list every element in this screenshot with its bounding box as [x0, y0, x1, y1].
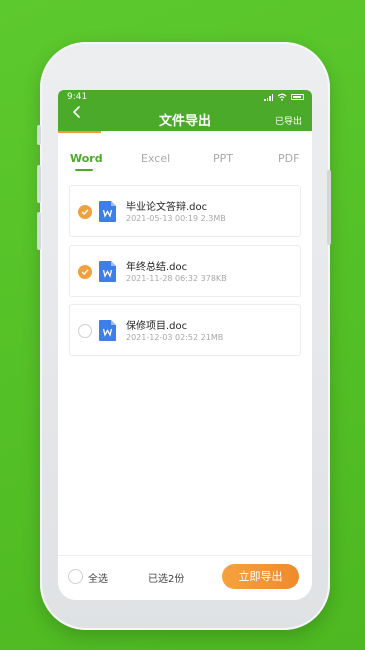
app-header: 9:41 文件导出 已导出 [58, 90, 312, 131]
phone-power-button [327, 170, 331, 245]
checkmark-icon [81, 269, 89, 275]
active-tab-indicator [75, 169, 93, 171]
export-now-button[interactable]: 立即导出 [222, 564, 299, 589]
checkbox-checked[interactable] [78, 205, 92, 219]
checkbox-checked[interactable] [78, 265, 92, 279]
status-icons [264, 93, 304, 101]
checkbox-unchecked[interactable] [78, 324, 92, 338]
exported-link[interactable]: 已导出 [275, 114, 302, 127]
tab-pdf[interactable]: PDF [278, 152, 299, 165]
word-doc-icon [99, 320, 116, 341]
file-meta: 2021-11-28 06:32 378KB [126, 274, 227, 283]
tab-ppt[interactable]: PPT [213, 152, 233, 165]
phone-volume-down [37, 212, 41, 250]
wifi-icon [277, 93, 287, 101]
battery-icon [291, 94, 304, 100]
bottom-action-bar: 全选 已选2份 立即导出 [58, 555, 312, 600]
file-item[interactable]: 年终总结.doc 2021-11-28 06:32 378KB [69, 245, 301, 297]
word-doc-icon [99, 261, 116, 282]
status-time: 9:41 [67, 92, 88, 102]
header-progress-accent [58, 131, 101, 133]
file-name: 毕业论文答辩.doc [126, 202, 208, 213]
select-all-checkbox[interactable] [68, 569, 83, 584]
word-doc-icon [99, 201, 116, 222]
phone-mute-switch [37, 125, 41, 145]
signal-icon [264, 93, 273, 101]
checkmark-icon [81, 209, 89, 215]
tab-excel[interactable]: Excel [141, 152, 170, 165]
file-meta: 2021-12-03 02:52 21MB [126, 333, 224, 342]
file-meta: 2021-05-13 00:19 2.3MB [126, 214, 226, 223]
file-name: 保修项目.doc [126, 321, 188, 332]
selected-count: 已选2份 [148, 574, 185, 585]
file-type-tabs: Word Excel PPT PDF [58, 152, 312, 172]
page-title: 文件导出 [158, 114, 211, 129]
file-item[interactable]: 毕业论文答辩.doc 2021-05-13 00:19 2.3MB [69, 185, 301, 237]
file-item[interactable]: 保修项目.doc 2021-12-03 02:52 21MB [69, 304, 301, 356]
phone-volume-up [37, 165, 41, 203]
select-all-label[interactable]: 全选 [88, 570, 108, 585]
tab-word[interactable]: Word [70, 152, 103, 165]
app-screen: 9:41 文件导出 已导出 Word Excel PPT PDF 毕业论文答辩.… [58, 90, 312, 600]
file-name: 年终总结.doc [126, 262, 188, 273]
